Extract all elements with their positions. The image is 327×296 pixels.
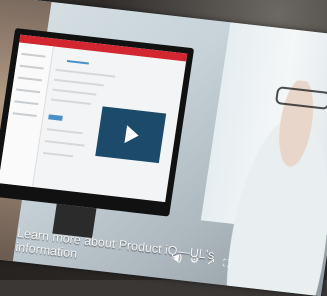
content-line	[66, 60, 89, 65]
sidebar-item	[12, 112, 37, 117]
monitor	[0, 27, 195, 217]
content-line	[52, 88, 97, 96]
sidebar-item	[16, 88, 41, 94]
content-line	[42, 151, 74, 158]
sidebar-item	[19, 64, 44, 70]
monitor-screen	[0, 34, 188, 203]
content-line	[44, 140, 85, 147]
content-line	[50, 98, 92, 106]
content-line	[46, 128, 83, 135]
sidebar-item	[21, 52, 46, 58]
play-button[interactable]	[95, 106, 167, 164]
content-line	[55, 68, 116, 78]
sidebar-item	[17, 76, 43, 82]
sidebar-item	[14, 100, 39, 106]
play-icon	[124, 125, 141, 145]
mini-button	[48, 114, 63, 121]
content-line	[53, 78, 104, 87]
